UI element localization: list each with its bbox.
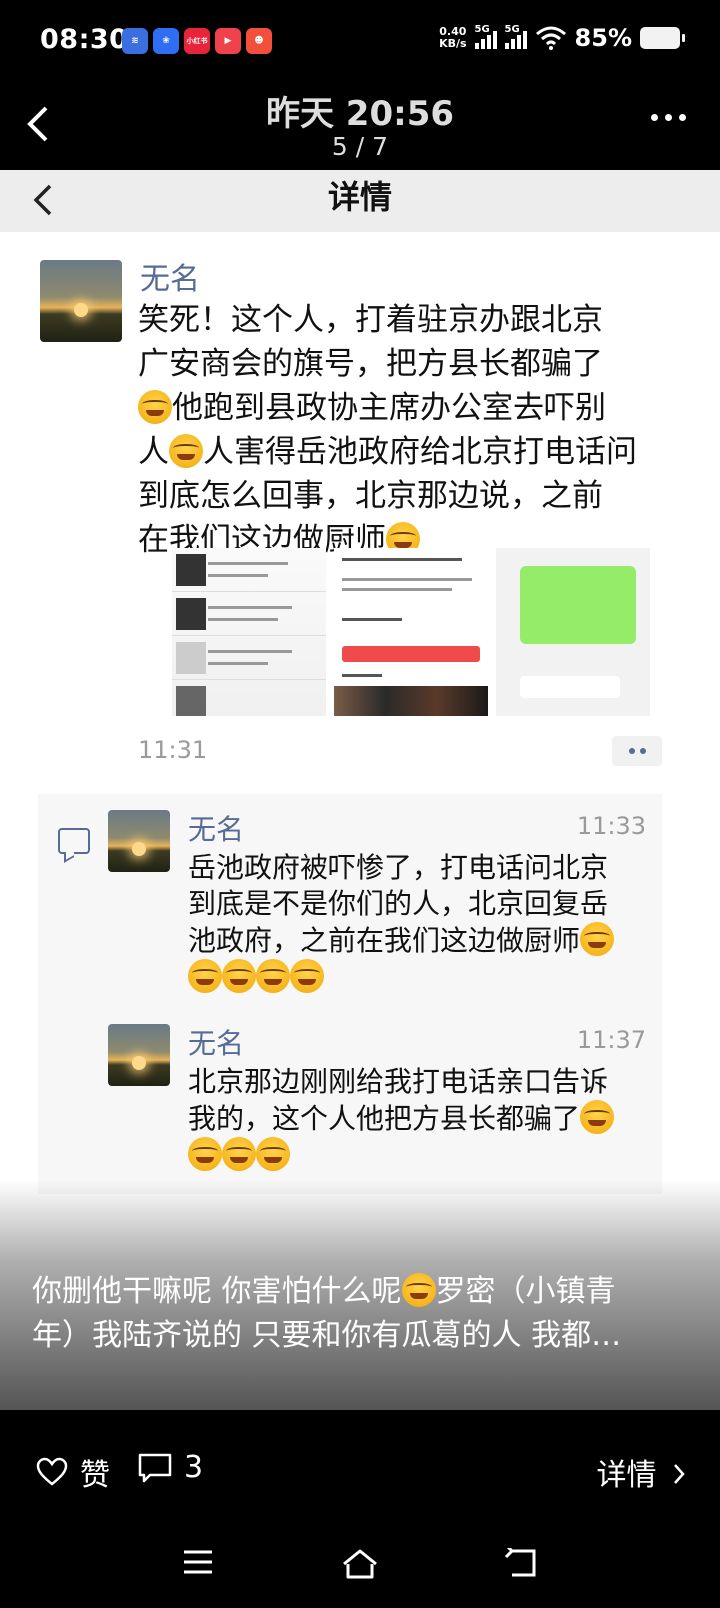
- laugh-cry-emoji-icon: [580, 922, 615, 956]
- laugh-cry-emoji-icon: [256, 959, 290, 993]
- post-time: 11:31: [138, 736, 208, 764]
- back-nav-icon[interactable]: [504, 1543, 538, 1582]
- post-line-fragment: 人: [138, 434, 169, 470]
- app-icon-1: ≋: [122, 28, 148, 54]
- viewer-title: 昨天 20:56: [265, 94, 455, 134]
- action-bar: 赞 3 详情: [0, 1410, 720, 1530]
- status-time: 08:30: [40, 24, 129, 55]
- notification-icons: ≋ ❀ 小红书 ▶ ☻: [122, 28, 272, 54]
- comment-author: 无名: [188, 1027, 245, 1060]
- avatar: [108, 810, 170, 872]
- comment-icon: [58, 828, 90, 854]
- laugh-cry-emoji-icon: [580, 1100, 615, 1134]
- laugh-cry-emoji-icon: [169, 434, 203, 468]
- heart-icon: [36, 1457, 68, 1486]
- post-image-2: [334, 548, 488, 716]
- comments-section: 无名 11:33 岳池政府被吓惨了，打电话问北京 到底是不是你们的人，北京回复岳…: [38, 794, 662, 1194]
- laugh-cry-emoji-icon: [401, 1273, 436, 1307]
- laugh-cry-emoji-icon: [256, 1137, 290, 1171]
- viewer-header: 昨天 20:56 5 / 7: [0, 84, 720, 170]
- post-image-3: [496, 548, 650, 716]
- post-more-button: [612, 736, 662, 766]
- detail-button[interactable]: 详情: [596, 1450, 686, 1494]
- comment-time: 11:33: [576, 812, 646, 840]
- page-indicator: 5 / 7: [331, 132, 389, 161]
- comment-button[interactable]: 3: [138, 1450, 203, 1485]
- signal-2-icon: 5G: [504, 24, 527, 49]
- avatar: [108, 1024, 170, 1086]
- home-icon[interactable]: [340, 1548, 380, 1584]
- laugh-cry-emoji-icon: [290, 959, 324, 993]
- system-nav-bar: [0, 1530, 720, 1608]
- laugh-cry-emoji-icon: [188, 1137, 222, 1171]
- post-line: 他跑到县政协主席办公室去吓别: [172, 390, 606, 426]
- post-line: 到底怎么回事，北京那边说，之前: [138, 478, 603, 514]
- game-app-icon: ☻: [246, 28, 272, 54]
- comment-text: 岳池政府被吓惨了，打电话问北京 到底是不是你们的人，北京回复岳 池政府，之前在我…: [188, 850, 628, 996]
- video-app-icon: ▶: [215, 28, 241, 54]
- post-image-1: [172, 548, 326, 716]
- comment-text: 北京那边刚刚给我打电话亲口告诉 我的，这个人他把方县长都骗了: [188, 1064, 628, 1174]
- detail-title: 详情: [327, 178, 392, 216]
- chevron-right-icon: [674, 1464, 685, 1484]
- laugh-cry-emoji-icon: [188, 959, 222, 993]
- comment-time: 11:37: [576, 1026, 646, 1054]
- post-author: 无名: [140, 262, 200, 297]
- status-bar: 08:30 ≋ ❀ 小红书 ▶ ☻ 0.40 KB/s 5G 5G 85%: [0, 0, 720, 84]
- post-caption[interactable]: 你删他干嘛呢 你害怕什么呢 罗密（小镇青 年）我陆齐说的 只要和你有瓜葛的人 我都…: [32, 1270, 692, 1358]
- post-line: 广安商会的旗号，把方县长都骗了: [138, 346, 603, 382]
- comment-count: 3: [184, 1450, 204, 1485]
- more-icon[interactable]: [651, 114, 686, 121]
- comment-bubble-icon: [138, 1453, 172, 1482]
- post-text: 笑死！这个人，打着驻京办跟北京 广安商会的旗号，把方县长都骗了 他跑到县政协主席…: [138, 298, 658, 562]
- post-line: 笑死！这个人，打着驻京办跟北京: [138, 302, 603, 338]
- detail-bar: 详情: [0, 170, 720, 232]
- avatar: [40, 260, 122, 342]
- battery-percent: 85%: [574, 24, 632, 52]
- laugh-cry-emoji-icon: [222, 959, 256, 993]
- battery-icon: [640, 27, 685, 49]
- laugh-cry-emoji-icon: [222, 1137, 256, 1171]
- xiaohongshu-icon: 小红书: [184, 28, 210, 54]
- post-line: 人害得岳池政府给北京打电话问: [203, 434, 637, 470]
- wifi-icon: [535, 26, 566, 50]
- post-images: [172, 548, 650, 716]
- like-button[interactable]: 赞: [36, 1450, 110, 1494]
- laugh-cry-emoji-icon: [138, 390, 172, 424]
- comment-author: 无名: [188, 813, 245, 846]
- screenshot-image: 详情 无名 笑死！这个人，打着驻京办跟北京 广安商会的旗号，把方县长都骗了 他跑…: [0, 170, 720, 1410]
- baidu-icon: ❀: [153, 28, 179, 54]
- signal-1-icon: 5G: [474, 24, 497, 49]
- like-label: 赞: [80, 1458, 110, 1493]
- menu-icon[interactable]: [182, 1548, 214, 1580]
- network-speed: 0.40 KB/s: [439, 25, 467, 50]
- status-right: 0.40 KB/s 5G 5G 85%: [439, 24, 685, 52]
